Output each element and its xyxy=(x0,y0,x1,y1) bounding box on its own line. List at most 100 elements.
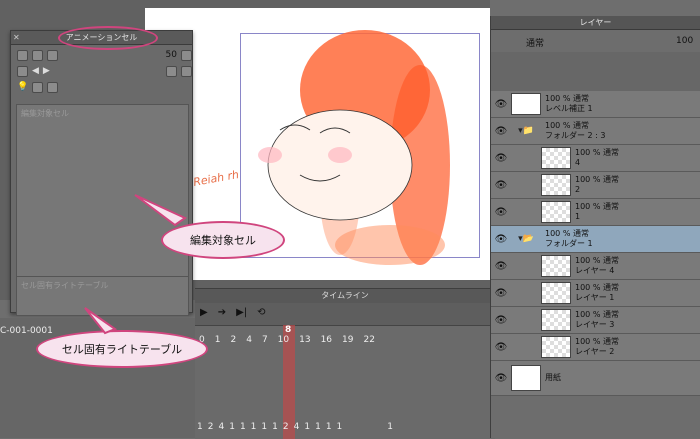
eye-icon[interactable]: 👁 xyxy=(491,373,511,384)
ruler-tick: 4 xyxy=(246,335,252,345)
eye-icon[interactable]: 👁 xyxy=(491,99,511,110)
layer-line1: 100 % 通常 xyxy=(545,121,589,130)
duplicate-cell-icon[interactable] xyxy=(32,49,43,61)
layer-row[interactable]: 👁 100 % 通常 レイヤー 1 xyxy=(491,280,700,307)
timeline-ruler: 0 1 2 4 7 10 13 16 19 22 xyxy=(195,335,495,345)
dropdown-icon[interactable] xyxy=(181,49,192,61)
bulb-icon[interactable]: 💡 xyxy=(17,82,28,92)
cell-number: 1 xyxy=(304,422,311,432)
timeline-title: タイムライン xyxy=(195,289,495,303)
folder-open-icon[interactable] xyxy=(181,65,192,77)
layer-label: 100 % 通常 レイヤー 2 xyxy=(571,337,619,357)
cell-number: 1 xyxy=(387,422,394,432)
opacity-value[interactable]: 100 xyxy=(676,36,693,46)
layer-line1: 100 % 通常 xyxy=(575,202,619,211)
cell-number: 1 xyxy=(272,422,278,432)
layer-line2: レイヤー 3 xyxy=(575,320,615,329)
eye-icon[interactable]: 👁 xyxy=(491,342,511,353)
blend-mode-select[interactable]: 通常 xyxy=(526,36,544,49)
ruler-tick: 13 xyxy=(299,335,311,345)
layer-line2: 用紙 xyxy=(545,373,561,382)
layer-line1: 100 % 通常 xyxy=(575,283,619,292)
eye-icon[interactable]: 👁 xyxy=(491,261,511,272)
frame-value[interactable]: 50 xyxy=(166,50,177,60)
animation-cell-panel: アニメーションセル ✕ 50 ◀ ▶ 💡 編集対象セル セル固有ライトテーブル xyxy=(10,30,193,316)
layer-line2: フォルダー 2 : 3 xyxy=(545,131,606,140)
cell-icon[interactable] xyxy=(17,65,28,77)
eye-icon[interactable]: 👁 xyxy=(491,153,511,164)
folder-icon: ▾📁 xyxy=(518,126,534,136)
folder-icon[interactable] xyxy=(166,65,177,77)
layer-panel-title: レイヤー xyxy=(491,16,700,30)
cell-number: 1 xyxy=(250,422,257,432)
eye-icon[interactable]: 👁 xyxy=(491,126,511,137)
copy-icon[interactable] xyxy=(47,49,58,61)
layer-toolbar[interactable] xyxy=(491,52,700,92)
arrow-right-icon[interactable]: ▶ xyxy=(43,66,50,76)
current-frame-label: 8 xyxy=(285,325,292,335)
cell-number: 1 xyxy=(336,422,343,432)
ruler-tick: 1 xyxy=(214,335,221,345)
layer-thumbnail xyxy=(541,282,571,304)
layer-thumbnail xyxy=(511,93,541,115)
layer-label: 100 % 通常 2 xyxy=(571,175,619,195)
layer-row[interactable]: 👁 100 % 通常 1 xyxy=(491,199,700,226)
loop-icon[interactable]: ⟲ xyxy=(257,307,265,318)
layer-row[interactable]: 👁 100 % 通常 レベル補正 1 xyxy=(491,91,700,118)
layer-thumbnail xyxy=(541,309,571,331)
layer-row[interactable]: 👁 100 % 通常 レイヤー 2 xyxy=(491,334,700,361)
layer-row[interactable]: 👁 ▾📁 100 % 通常 フォルダー 2 : 3 xyxy=(491,118,700,145)
layer-line2: レイヤー 4 xyxy=(575,266,615,275)
layer-line1: 100 % 通常 xyxy=(575,175,619,184)
ruler-tick: 22 xyxy=(363,335,375,345)
layer-label: 100 % 通常 4 xyxy=(571,148,619,168)
ruler-tick: 19 xyxy=(342,335,354,345)
layer-row[interactable]: 👁 100 % 通常 レイヤー 4 xyxy=(491,253,700,280)
layer-row[interactable]: 👁 100 % 通常 レイヤー 3 xyxy=(491,307,700,334)
cell-number: 2 xyxy=(282,422,289,432)
ruler-tick: 10 xyxy=(277,335,290,345)
folder-icon: ▾📂 xyxy=(518,234,534,244)
paper-layer-row[interactable]: 👁 用紙 xyxy=(491,361,700,396)
cell-number: 2 xyxy=(207,422,214,432)
title-highlight xyxy=(58,26,158,50)
timeline-panel: タイムライン ▶ ➔ ▶| ⟲ 8 0 1 2 4 7 10 13 16 19 … xyxy=(195,288,495,439)
layer-line2: レイヤー 2 xyxy=(575,347,615,356)
layer-line1: 100 % 通常 xyxy=(545,94,589,103)
end-icon[interactable]: ▶| xyxy=(236,307,247,318)
layer-line1: 100 % 通常 xyxy=(575,337,619,346)
layer-thumbnail xyxy=(511,365,541,391)
cell-number-row: 1 2 4 1 1 1 1 1 2 4 1 1 1 1 1 xyxy=(195,422,495,432)
cell-number: 1 xyxy=(239,422,246,432)
ruler-tick: 2 xyxy=(230,335,237,345)
light-icon[interactable] xyxy=(32,81,44,93)
new-cell-icon[interactable] xyxy=(17,49,28,61)
cell-number: 1 xyxy=(325,422,332,432)
layer-row[interactable]: 👁 100 % 通常 2 xyxy=(491,172,700,199)
arrow-left-icon[interactable]: ◀ xyxy=(32,66,39,76)
layer-line2: レベル補正 1 xyxy=(545,104,593,113)
layer-panel: レイヤー 通常 100 👁 100 % 通常 レベル補正 1 👁 ▾📁 100 % 通常… xyxy=(490,16,700,438)
track-name[interactable]: C-001-0001 xyxy=(0,326,53,336)
layer-label: 100 % 通常 レイヤー 4 xyxy=(571,256,619,276)
close-icon[interactable]: ✕ xyxy=(13,33,20,42)
layer-label: 100 % 通常 レイヤー 1 xyxy=(571,283,619,303)
layer-line1: 100 % 通常 xyxy=(575,256,619,265)
eye-icon[interactable]: 👁 xyxy=(491,288,511,299)
layer-thumbnail xyxy=(541,255,571,277)
layer-row-selected[interactable]: 👁 ▾📂 100 % 通常 フォルダー 1 xyxy=(491,226,700,253)
layer-label: 用紙 xyxy=(541,373,561,383)
play-icon[interactable]: ▶ xyxy=(200,307,208,318)
cell-number: 4 xyxy=(218,422,225,432)
eye-icon[interactable]: 👁 xyxy=(491,315,511,326)
eye-icon[interactable]: 👁 xyxy=(491,207,511,218)
layer-thumbnail xyxy=(541,147,571,169)
next-frame-icon[interactable]: ➔ xyxy=(218,307,226,318)
hand-icon[interactable] xyxy=(47,81,59,93)
layer-line2: 4 xyxy=(575,158,581,167)
layer-thumbnail xyxy=(541,201,571,223)
layer-row[interactable]: 👁 100 % 通常 4 xyxy=(491,145,700,172)
layer-line2: レイヤー 1 xyxy=(575,293,615,302)
eye-icon[interactable]: 👁 xyxy=(491,234,511,245)
eye-icon[interactable]: 👁 xyxy=(491,180,511,191)
